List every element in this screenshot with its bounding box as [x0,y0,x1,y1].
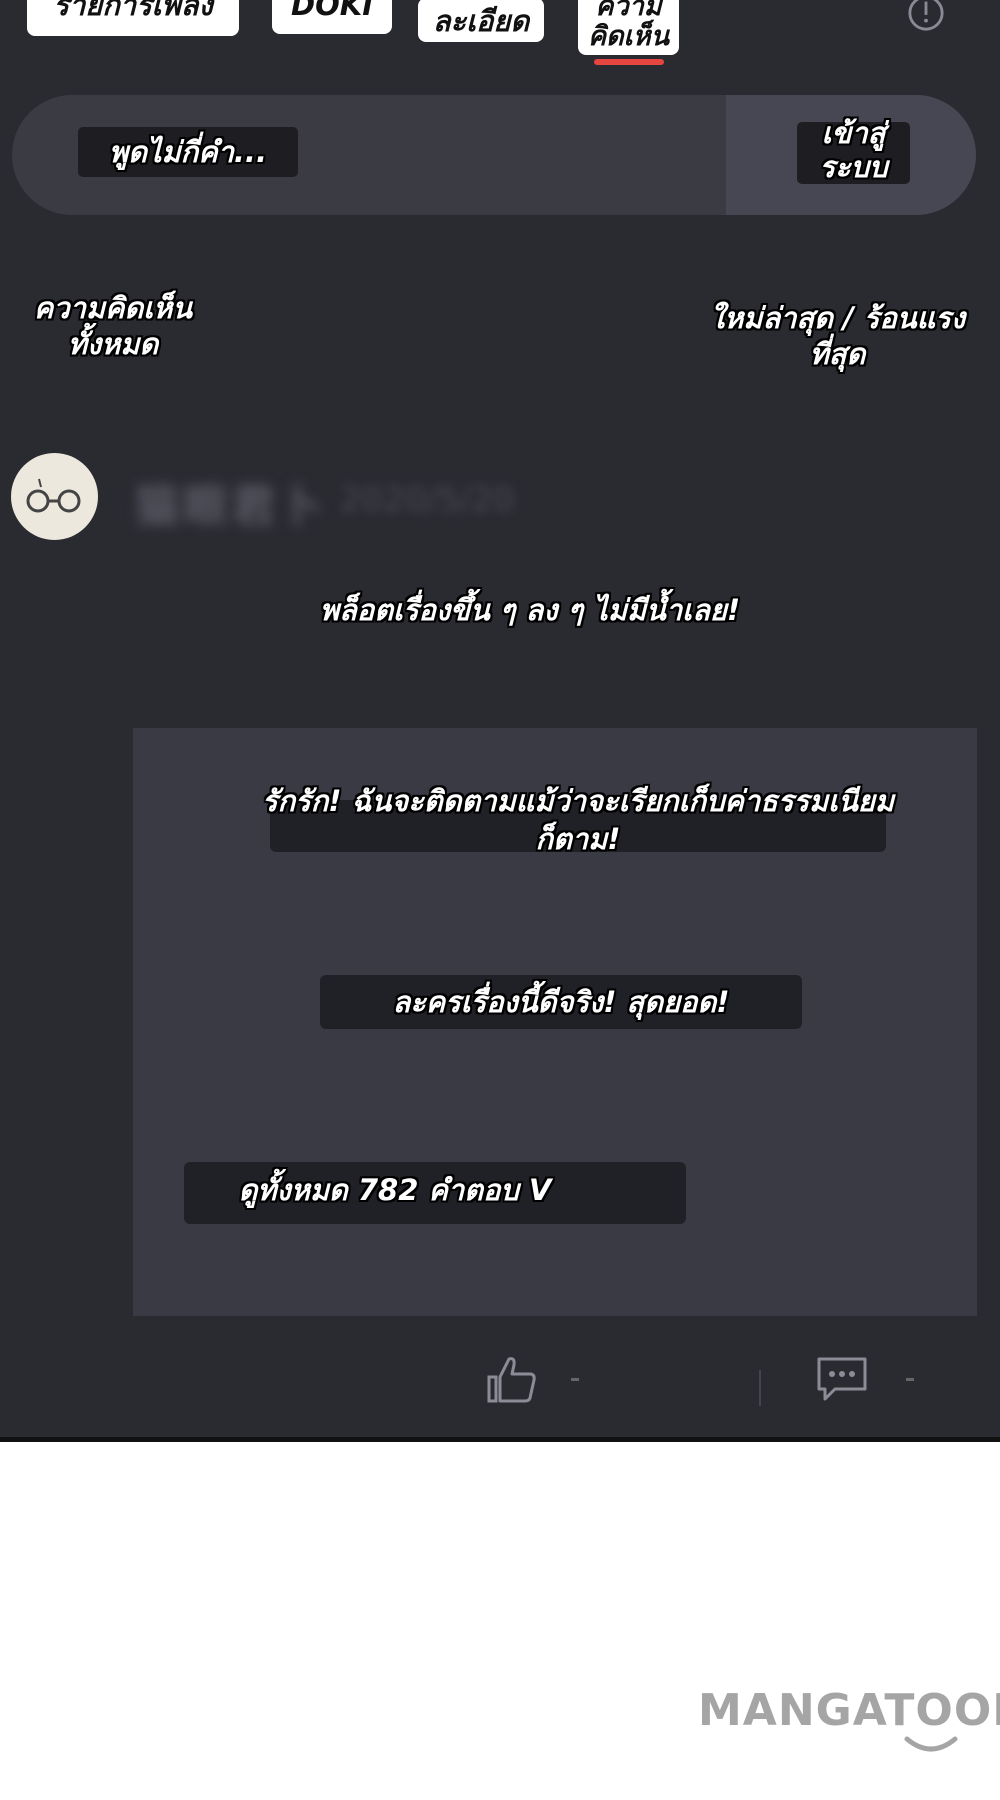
tab-comments[interactable]: ความ คิดเห็น [578,0,679,55]
tab-doki[interactable]: DOKI [272,0,392,34]
comment-input[interactable]: พูดไม่กี่คำ... [78,127,298,177]
view-all-replies-link[interactable]: ดูทั้งหมด 782 คำตอบ V [184,1162,686,1218]
reply-count [906,1378,914,1381]
all-comments-heading: ความคิดเห็น ทั้งหมด [33,291,193,361]
reply-item: ละครเรื่องนี้ดีจริง! สุดยอด! [392,985,730,1019]
like-icon[interactable] [485,1353,539,1407]
tab-label: DOKI [291,0,373,22]
reply-icon[interactable] [815,1355,869,1403]
tab-label: ความ คิดเห็น [587,0,670,52]
watermark-smile [904,1736,958,1752]
tab-details[interactable]: ละเอียด [418,0,544,42]
comment-username[interactable]: 猫眼君卜 [135,470,327,534]
reply-item: รักรัก! ฉันจะติดตามแม้ว่าจะเรียกเก็บค่าธ… [262,784,894,856]
action-divider [759,1370,761,1406]
info-icon[interactable] [907,0,945,32]
login-button[interactable]: เข้าสู่ ระบบ [797,116,910,184]
screen-bottom-border [0,1437,1000,1442]
active-tab-indicator [594,59,664,65]
avatar-glasses-icon [26,478,81,513]
avatar[interactable] [11,453,98,540]
like-count [571,1378,579,1381]
comment-date: 2020/5/20 [340,480,515,520]
tab-song-list[interactable]: รายการเพลง [27,0,239,36]
comment-text: พล็อตเรื่องขึ้น ๆ ลง ๆ ไม่มีน้ำเลย! [319,593,741,627]
mangatoon-watermark: MANGATOON [698,1685,1000,1736]
tab-label: ละเอียด [432,4,530,38]
sort-toggle[interactable]: ใหม่ล่าสุด / ร้อนแรง ที่สุด [705,300,970,372]
tab-label: รายการเพลง [53,0,213,22]
